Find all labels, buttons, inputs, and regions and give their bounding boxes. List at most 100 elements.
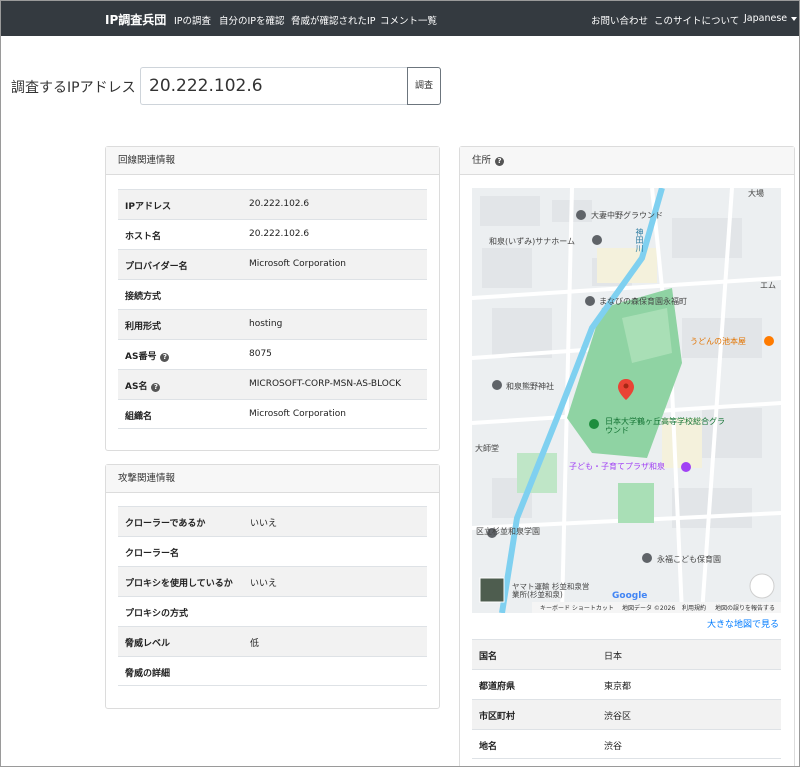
nav-threat-ips[interactable]: 脅威が確認されたIP — [291, 13, 376, 27]
language-dropdown[interactable]: Japanese — [744, 13, 798, 24]
row-value: 渋谷 — [604, 742, 623, 752]
table-row: 国名 日本 — [472, 639, 781, 669]
row-key: 脅威レベル — [125, 639, 171, 649]
row-key: IPアドレス — [125, 202, 171, 212]
map-footer-data: 地図データ ©2026 — [622, 605, 676, 612]
map-label: エム — [760, 281, 776, 290]
row-key: 国名 — [479, 652, 498, 662]
row-value: Microsoft Corporation — [249, 409, 346, 419]
table-row: AS名? MICROSOFT-CORP-MSN-AS-BLOCK — [118, 369, 427, 399]
map-label: 大妻中野グラウンド — [591, 211, 663, 220]
map-label: 神田川 — [635, 228, 644, 252]
table-row: 都道府県 東京都 — [472, 669, 781, 699]
nav-my-ip[interactable]: 自分のIPを確認 — [219, 13, 285, 27]
table-row: 地名 渋谷 — [472, 729, 781, 759]
row-value: 8075 — [249, 349, 272, 359]
row-value: 低 — [250, 639, 260, 649]
attack-info-table: クローラーであるか いいえ クローラー名 プロキシを使用しているか いいえ プロキシ… — [118, 506, 427, 686]
row-key: プロキシの方式 — [125, 609, 189, 619]
map-type-toggle[interactable] — [480, 578, 504, 602]
search-button[interactable]: 調査 — [407, 67, 441, 105]
address-header-label: 住所 — [472, 155, 492, 166]
attack-info-card: 攻撃関連情報 クローラーであるか いいえ クローラー名 プロキシを使用しているかい… — [105, 464, 440, 709]
map-footer-report[interactable]: 地図の誤りを報告する — [715, 603, 775, 612]
map-footer-shortcuts[interactable]: キーボード ショートカット — [540, 603, 614, 612]
nav-contact[interactable]: お問い合わせ — [591, 13, 648, 27]
chevron-down-icon — [791, 16, 798, 21]
ip-address-input[interactable] — [140, 67, 408, 105]
table-row: プロキシの方式 — [118, 596, 427, 626]
row-value: 渋谷区 — [604, 712, 632, 722]
table-row: IPアドレス 20.222.102.6 — [118, 189, 427, 219]
row-key: 利用形式 — [125, 322, 162, 332]
row-key: AS名? — [125, 379, 161, 392]
row-value: いいえ — [250, 519, 278, 529]
address-header: 住所? — [460, 147, 794, 175]
row-key: プロキシを使用しているか — [125, 579, 233, 589]
table-row: 組織名 Microsoft Corporation — [118, 399, 427, 429]
row-value: 20.222.102.6 — [249, 199, 310, 209]
line-info-card: 回線関連情報 IPアドレス 20.222.102.6 ホスト名 20.222.102… — [105, 146, 440, 451]
row-key: 接続方式 — [125, 292, 162, 302]
map-label: 子ども・子育てプラザ和泉 — [569, 462, 665, 471]
map-label: 大師堂 — [475, 444, 499, 453]
row-key: AS番号? — [125, 349, 170, 362]
help-icon[interactable]: ? — [151, 383, 161, 392]
address-table: 国名 日本 都道府県 東京都 市区町村 渋谷区 地名 渋谷 — [472, 639, 781, 759]
page: IP調査兵団 IPの調査 自分のIPを確認 脅威が確認されたIP コメント一覧 … — [0, 0, 800, 767]
row-value: 日本 — [604, 652, 623, 662]
row-key: 市区町村 — [479, 712, 516, 722]
row-key-label: AS名 — [125, 382, 148, 392]
search-label: 調査するIPアドレス — [11, 80, 136, 96]
row-value: 東京都 — [604, 682, 632, 692]
map-label: 和泉熊野神社 — [506, 382, 554, 391]
row-value: Microsoft Corporation — [249, 259, 346, 269]
row-value: hosting — [249, 319, 283, 329]
map-footer-terms[interactable]: 利用規約 — [682, 603, 706, 612]
table-row: 利用形式 hosting — [118, 309, 427, 339]
attack-info-header: 攻撃関連情報 — [106, 465, 439, 493]
table-row: 市区町村 渋谷区 — [472, 699, 781, 729]
nav-ip-lookup[interactable]: IPの調査 — [174, 13, 211, 27]
table-row: 接続方式 — [118, 279, 427, 309]
nav-about[interactable]: このサイトについて — [654, 13, 739, 27]
line-info-header: 回線関連情報 — [106, 147, 439, 175]
row-key: 地名 — [479, 742, 498, 752]
line-info-table: IPアドレス 20.222.102.6 ホスト名 20.222.102.6 プロバイ… — [118, 189, 427, 429]
table-row: プロキシを使用しているか いいえ — [118, 566, 427, 596]
row-key: 脅威の詳細 — [125, 669, 171, 679]
map-label: 大場 — [748, 189, 764, 198]
map-label: うどんの池本屋 — [690, 337, 746, 346]
nav-comments[interactable]: コメント一覧 — [380, 13, 437, 27]
row-key: クローラー名 — [125, 549, 180, 559]
row-key: 組織名 — [125, 412, 153, 422]
row-value: 20.222.102.6 — [249, 229, 310, 239]
row-key: ホスト名 — [125, 232, 162, 242]
map-label: まなびの森保育園永福町 — [599, 297, 687, 306]
help-icon[interactable]: ? — [160, 353, 170, 362]
language-label: Japanese — [744, 13, 788, 24]
table-row: 脅威の詳細 — [118, 656, 427, 686]
navbar: IP調査兵団 IPの調査 自分のIPを確認 脅威が確認されたIP コメント一覧 … — [1, 1, 799, 36]
row-key: クローラーであるか — [125, 519, 206, 529]
map-label: 日本大学鶴ヶ丘高等学校総合グラウンド — [605, 417, 725, 435]
table-row: クローラー名 — [118, 536, 427, 566]
map-canvas — [472, 188, 781, 613]
map-label: 和泉(いずみ)サナホーム — [489, 237, 576, 246]
brand-logo[interactable]: IP調査兵団 — [105, 11, 166, 28]
map-label: 区立杉並和泉学園 — [476, 527, 540, 536]
table-row: ホスト名 20.222.102.6 — [118, 219, 427, 249]
help-icon[interactable]: ? — [495, 157, 505, 166]
map-label: ヤマト運輸 杉並和泉営業所(杉並和泉) — [512, 582, 590, 599]
camera-control-icon[interactable] — [750, 574, 774, 598]
row-key: 都道府県 — [479, 682, 516, 692]
row-key-label: AS番号 — [125, 352, 157, 362]
table-row: プロバイダー名 Microsoft Corporation — [118, 249, 427, 279]
large-map-link[interactable]: 大きな地図で見る — [707, 617, 779, 630]
table-row: AS番号? 8075 — [118, 339, 427, 369]
row-value: MICROSOFT-CORP-MSN-AS-BLOCK — [249, 379, 402, 389]
google-logo: Google — [612, 591, 648, 601]
map-label: 永福こども保育園 — [657, 555, 721, 564]
row-value: いいえ — [250, 579, 278, 589]
map-view[interactable]: 大妻中野グラウンド 和泉(いずみ)サナホーム まなびの森保育園永福町 うどんの池… — [472, 188, 781, 613]
